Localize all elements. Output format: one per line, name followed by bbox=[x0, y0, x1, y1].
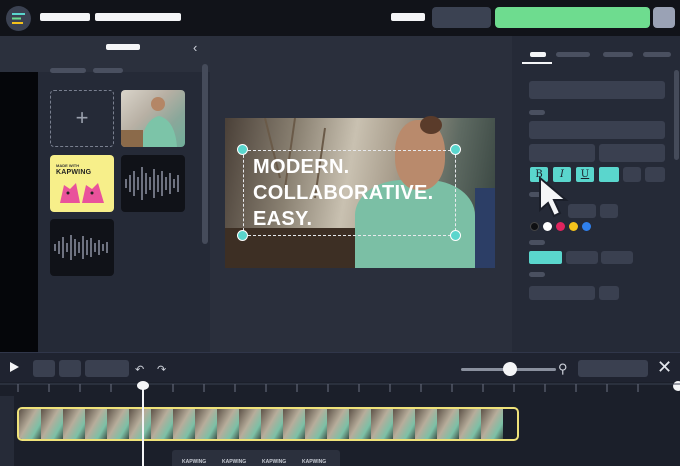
clip-frame bbox=[305, 409, 327, 439]
resize-handle-bottom-right[interactable] bbox=[450, 230, 461, 241]
account-button[interactable] bbox=[653, 7, 675, 28]
media-thumbnail-audio[interactable] bbox=[121, 155, 185, 212]
clip-frame bbox=[239, 409, 261, 439]
property-label bbox=[529, 110, 545, 115]
undo-icon[interactable]: ↶ bbox=[135, 363, 144, 376]
photo-thumbnail-art bbox=[121, 97, 177, 147]
media-tab-placeholder[interactable] bbox=[93, 68, 123, 73]
clip-frame bbox=[107, 409, 129, 439]
pointer-cursor-icon bbox=[536, 175, 574, 225]
logo-track-label: KAPWING bbox=[182, 459, 207, 465]
media-thumbnail-kapwing-logo[interactable]: MADE WITH KAPWING bbox=[50, 155, 114, 212]
effect-option[interactable] bbox=[601, 251, 633, 264]
project-subtitle-placeholder bbox=[95, 13, 181, 21]
clip-frame bbox=[63, 409, 85, 439]
clip-frame bbox=[261, 409, 283, 439]
timeline-ruler[interactable] bbox=[0, 382, 680, 394]
timeline-tool-button[interactable] bbox=[85, 360, 129, 377]
clip-frame bbox=[173, 409, 195, 439]
underline-button[interactable]: U bbox=[576, 167, 594, 182]
active-tab-indicator bbox=[522, 62, 552, 64]
clip-frame bbox=[459, 409, 481, 439]
playhead[interactable] bbox=[142, 385, 144, 466]
resize-handle-top-right[interactable] bbox=[450, 144, 461, 155]
menu-icon[interactable] bbox=[6, 6, 31, 31]
property-field[interactable] bbox=[529, 121, 665, 139]
clip-frame bbox=[481, 409, 503, 439]
property-label bbox=[529, 272, 545, 277]
timeline-tool-button[interactable] bbox=[59, 360, 81, 377]
export-button[interactable] bbox=[495, 7, 650, 28]
waveform-icon bbox=[125, 167, 179, 200]
resize-handle-bottom-left[interactable] bbox=[237, 230, 248, 241]
redo-icon[interactable]: ↷ bbox=[157, 363, 166, 376]
properties-scrollbar[interactable] bbox=[674, 70, 679, 160]
property-field[interactable] bbox=[600, 204, 618, 218]
color-swatch[interactable] bbox=[582, 222, 591, 231]
properties-tab-placeholder[interactable] bbox=[643, 52, 671, 57]
clip-frame bbox=[217, 409, 239, 439]
media-panel-title-placeholder bbox=[106, 44, 140, 50]
media-thumbnail-audio[interactable] bbox=[50, 219, 114, 276]
clip-frame bbox=[437, 409, 459, 439]
zoom-slider-knob[interactable] bbox=[503, 362, 517, 376]
clip-frame bbox=[85, 409, 107, 439]
clip-frame bbox=[129, 409, 151, 439]
properties-tab-placeholder[interactable] bbox=[530, 52, 546, 57]
logo-track-label: KAPWING bbox=[222, 459, 247, 465]
timeline-tool-button[interactable] bbox=[33, 360, 55, 377]
clip-frame bbox=[371, 409, 393, 439]
plus-icon: + bbox=[75, 105, 89, 130]
resize-handle-top-left[interactable] bbox=[237, 144, 248, 155]
properties-tab-placeholder[interactable] bbox=[556, 52, 590, 57]
property-field[interactable] bbox=[529, 81, 665, 99]
clip-frame bbox=[393, 409, 415, 439]
video-person-hair bbox=[420, 116, 442, 134]
effect-option[interactable] bbox=[566, 251, 598, 264]
clip-frame bbox=[151, 409, 173, 439]
track-header bbox=[0, 396, 14, 466]
align-button[interactable] bbox=[623, 167, 641, 182]
format-button[interactable] bbox=[599, 167, 619, 182]
clip-frame bbox=[195, 409, 217, 439]
chevron-left-icon[interactable]: ‹ bbox=[193, 40, 197, 55]
media-thumbnail-photo[interactable] bbox=[121, 90, 185, 147]
clip-frame bbox=[349, 409, 371, 439]
share-button[interactable] bbox=[432, 7, 491, 28]
logo-track-label: KAPWING bbox=[302, 459, 327, 465]
property-field[interactable] bbox=[529, 286, 595, 300]
font-size-field[interactable] bbox=[599, 144, 665, 162]
top-link-placeholder[interactable] bbox=[391, 13, 425, 21]
font-select[interactable] bbox=[529, 144, 595, 162]
add-media-button[interactable]: + bbox=[50, 90, 114, 147]
play-icon[interactable] bbox=[10, 362, 19, 372]
close-icon[interactable]: ✕ bbox=[657, 358, 672, 376]
properties-tab-placeholder[interactable] bbox=[603, 52, 633, 57]
kapwing-logo-art bbox=[60, 183, 104, 203]
clip-frame bbox=[41, 409, 63, 439]
editor-window: ‹ + MADE WITH KAPWING MODERN. COLLABORAT… bbox=[0, 0, 680, 466]
tool-strip-body bbox=[0, 72, 38, 352]
clip-frame bbox=[327, 409, 349, 439]
media-scrollbar[interactable] bbox=[202, 64, 208, 244]
waveform-icon bbox=[54, 235, 108, 260]
media-tab-placeholder[interactable] bbox=[50, 68, 86, 73]
property-label bbox=[529, 240, 545, 245]
playhead-handle[interactable] bbox=[137, 381, 149, 390]
align-button[interactable] bbox=[645, 167, 665, 182]
clip-frame bbox=[415, 409, 437, 439]
search-icon[interactable]: ⚲ bbox=[558, 361, 568, 377]
timeline-dropdown[interactable] bbox=[578, 360, 648, 377]
clip-frame bbox=[283, 409, 305, 439]
video-clip[interactable] bbox=[17, 407, 519, 441]
logo-track-label: KAPWING bbox=[262, 459, 287, 465]
property-field[interactable] bbox=[599, 286, 619, 300]
effect-option-active[interactable] bbox=[529, 251, 562, 264]
media-panel-header bbox=[0, 36, 210, 72]
selection-box[interactable] bbox=[243, 150, 456, 236]
clip-frame bbox=[19, 409, 41, 439]
project-title-placeholder[interactable] bbox=[40, 13, 90, 21]
